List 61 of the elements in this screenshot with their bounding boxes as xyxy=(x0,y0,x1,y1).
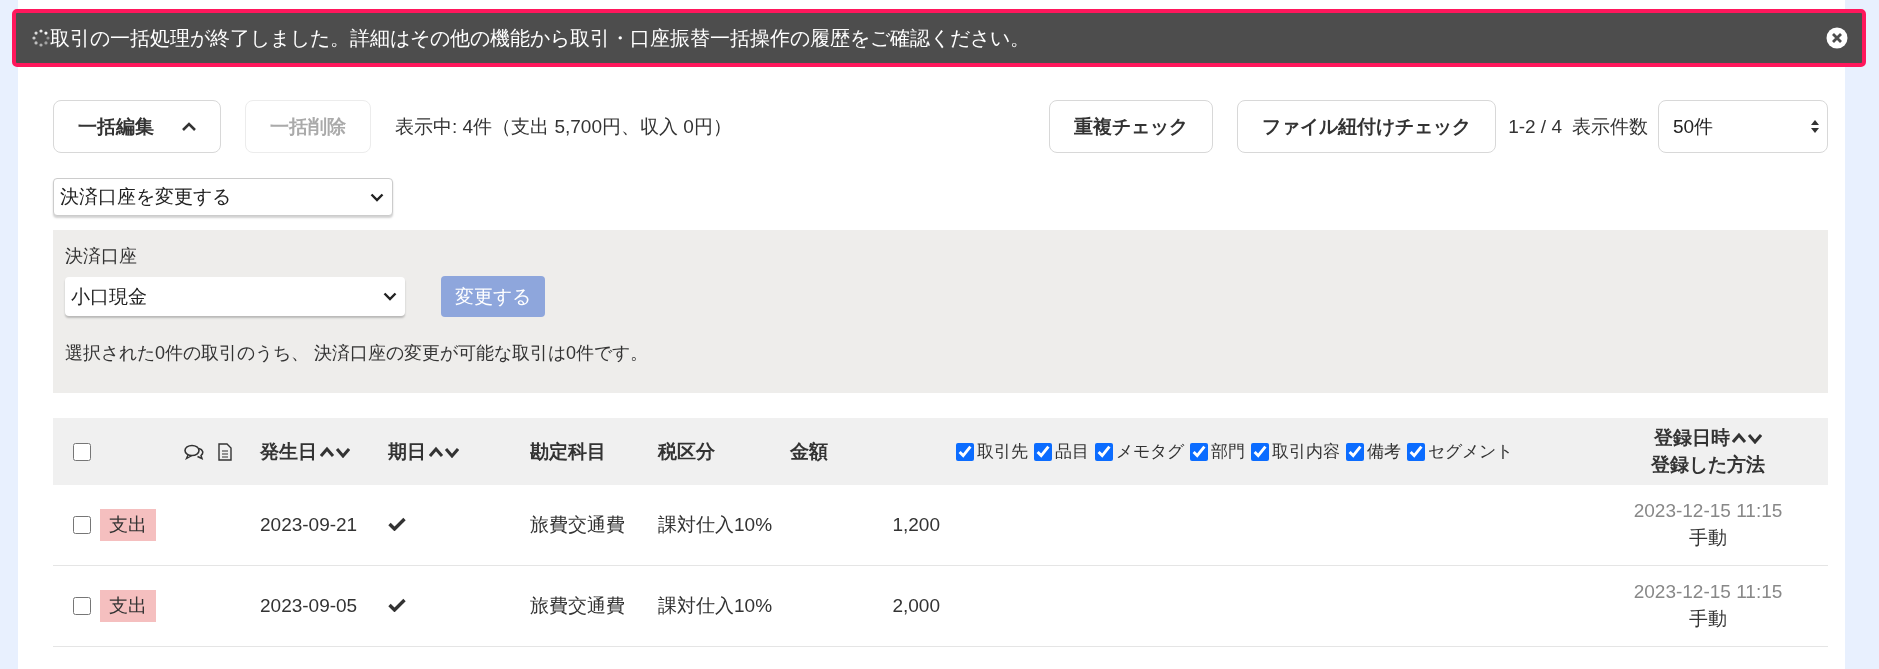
column-toggle-label: 品目 xyxy=(1055,441,1089,463)
column-header: 税区分 xyxy=(658,439,716,464)
chevron-down-icon xyxy=(370,192,384,202)
column-toggle-checkbox[interactable] xyxy=(1034,442,1052,461)
account-label: 決済口座 xyxy=(65,245,138,268)
document-icon xyxy=(218,442,232,461)
column-header: 金額 xyxy=(790,439,829,464)
sort-icon[interactable] xyxy=(1732,432,1762,445)
column-toggle-label: メモタグ xyxy=(1116,441,1184,463)
date-cell-text: 2023-09-21 xyxy=(260,514,359,536)
file-link-check-button[interactable]: ファイル紐付けチェック xyxy=(1237,100,1497,153)
sort-arrows-icon xyxy=(1811,120,1819,133)
status-message: 選択された0件の取引のうち、 決済口座の変更が可能な取引は0件です。 xyxy=(65,342,650,365)
column-toggle-checkbox[interactable] xyxy=(1251,442,1269,461)
tax-cell-text: 課対仕入10% xyxy=(658,594,774,618)
pagination-text: 1-2 / 4 xyxy=(1508,115,1562,138)
date-cell-text: 2023-09-05 xyxy=(260,595,359,617)
bulk-edit-button[interactable]: 一括編集 xyxy=(53,100,221,153)
column-toggle-checkbox[interactable] xyxy=(956,442,974,461)
column-header: 期日 xyxy=(388,439,426,464)
row-checkbox[interactable] xyxy=(73,597,91,615)
type-tag: 支出 xyxy=(100,509,156,541)
column-header: 発生日 xyxy=(260,439,317,464)
account-select[interactable]: 小口現金 xyxy=(65,277,405,316)
column-toggle-label: セグメント xyxy=(1428,441,1513,463)
sort-icon[interactable] xyxy=(429,445,459,458)
method-cell-text: 手動 xyxy=(1689,607,1727,631)
comments-icon xyxy=(184,443,204,460)
column-toggle-label: 備考 xyxy=(1367,441,1401,463)
column-toggle-checkbox[interactable] xyxy=(1407,442,1425,461)
per-page-label: 表示件数 xyxy=(1572,114,1648,139)
select-all-checkbox[interactable] xyxy=(73,442,91,461)
type-tag: 支出 xyxy=(100,590,156,622)
tax-cell-text: 課対仕入10% xyxy=(658,513,774,537)
registered-time-cell-text: 2023-12-15 11:15 xyxy=(1633,499,1783,524)
close-icon[interactable] xyxy=(1826,27,1848,49)
summary-text: 表示中: 4件（支出 5,700円、収入 0円） xyxy=(395,114,732,139)
chevron-down-icon xyxy=(383,292,397,301)
chevron-up-icon xyxy=(182,121,196,132)
column-header: 登録日時 xyxy=(1654,425,1730,450)
row-checkbox[interactable] xyxy=(73,516,91,534)
amount-cell-text: 1,200 xyxy=(891,514,941,536)
action-select[interactable]: 決済口座を変更する xyxy=(53,178,393,216)
amount-cell-text: 2,000 xyxy=(891,595,941,617)
column-toggle-checkbox[interactable] xyxy=(1346,442,1364,461)
column-header: 勘定科目 xyxy=(530,439,607,464)
column-toggle-label: 取引内容 xyxy=(1272,441,1340,463)
account-item-cell-text: 旅費交通費 xyxy=(530,594,626,618)
registered-time-cell-text: 2023-12-15 11:15 xyxy=(1633,580,1783,605)
column-header: 登録した方法 xyxy=(1651,452,1765,477)
column-toggle-label: 部門 xyxy=(1211,441,1245,463)
notification-message: 取引の一括処理が終了しました。詳細はその他の機能から取引・口座振替一括操作の履歴をご確認ください。 xyxy=(50,25,1031,51)
method-cell-text: 手動 xyxy=(1689,526,1727,550)
duplicate-check-button[interactable]: 重複チェック xyxy=(1049,100,1214,153)
sort-icon[interactable] xyxy=(320,445,350,458)
spinner-icon xyxy=(32,29,50,47)
column-toggle-label: 取引先 xyxy=(977,441,1028,463)
account-item-cell-text: 旅費交通費 xyxy=(530,513,626,537)
per-page-select[interactable]: 50件 xyxy=(1658,100,1828,153)
column-toggle-checkbox[interactable] xyxy=(1190,442,1208,461)
column-toggle-checkbox[interactable] xyxy=(1095,442,1113,461)
